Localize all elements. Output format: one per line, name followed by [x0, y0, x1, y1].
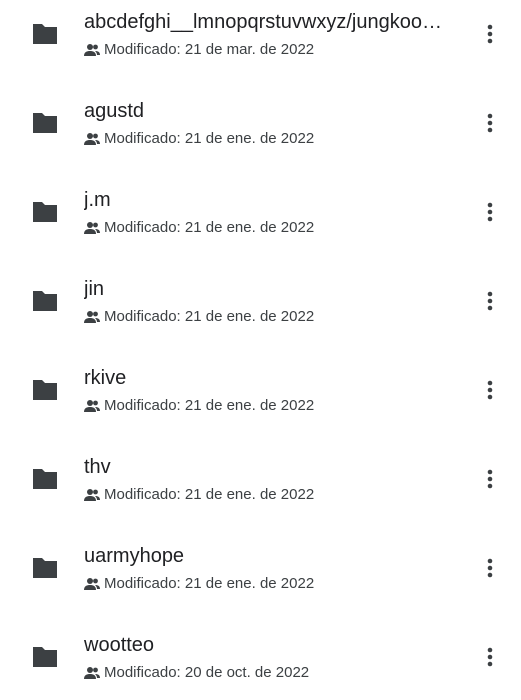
modified-date: Modificado: 21 de ene. de 2022 — [104, 308, 315, 325]
more-vert-icon — [487, 291, 493, 311]
people-icon — [84, 577, 100, 591]
file-meta: Modificado: 21 de ene. de 2022 — [84, 395, 314, 417]
modified-date: Modificado: 21 de ene. de 2022 — [104, 575, 315, 592]
file-name: wootteo — [84, 634, 155, 656]
file-name: thv — [84, 456, 111, 478]
file-meta: Modificado: 21 de ene. de 2022 — [84, 573, 314, 595]
more-vert-icon — [487, 469, 493, 489]
file-name: abcdefghi__lmnopqrstuvwxyz/jungkoo… — [84, 11, 442, 33]
people-icon — [84, 132, 100, 146]
people-icon — [84, 399, 100, 413]
more-options-button[interactable] — [475, 101, 505, 145]
people-icon — [84, 310, 100, 324]
file-name: j.m — [84, 189, 111, 211]
more-options-button[interactable] — [475, 190, 505, 234]
list-item[interactable]: j.m Modificado: 21 de ene. de 2022 — [0, 178, 521, 267]
folder-icon — [31, 467, 59, 491]
modified-date: Modificado: 21 de ene. de 2022 — [104, 130, 315, 147]
list-item[interactable]: uarmyhope Modificado: 21 de ene. de 2022 — [0, 534, 521, 623]
modified-date: Modificado: 21 de ene. de 2022 — [104, 219, 315, 236]
file-meta: Modificado: 21 de ene. de 2022 — [84, 306, 314, 328]
folder-icon — [31, 556, 59, 580]
list-item[interactable]: wootteo Modificado: 20 de oct. de 2022 — [0, 623, 521, 700]
list-item[interactable]: thv Modificado: 21 de ene. de 2022 — [0, 445, 521, 534]
file-meta: Modificado: 21 de mar. de 2022 — [84, 39, 314, 61]
list-item[interactable]: abcdefghi__lmnopqrstuvwxyz/jungkoo… Modi… — [0, 0, 521, 89]
more-vert-icon — [487, 380, 493, 400]
folder-icon — [31, 111, 59, 135]
more-vert-icon — [487, 202, 493, 222]
file-name: rkive — [84, 367, 127, 389]
file-meta: Modificado: 21 de ene. de 2022 — [84, 217, 314, 239]
people-icon — [84, 488, 100, 502]
folder-icon — [31, 289, 59, 313]
list-item[interactable]: rkive Modificado: 21 de ene. de 2022 — [0, 356, 521, 445]
file-meta: Modificado: 21 de ene. de 2022 — [84, 484, 314, 506]
more-options-button[interactable] — [475, 635, 505, 679]
people-icon — [84, 221, 100, 235]
file-name: agustd — [84, 100, 145, 122]
modified-date: Modificado: 21 de mar. de 2022 — [104, 41, 315, 58]
people-icon — [84, 666, 100, 680]
more-vert-icon — [487, 113, 493, 133]
modified-date: Modificado: 21 de ene. de 2022 — [104, 486, 315, 503]
modified-date: Modificado: 20 de oct. de 2022 — [104, 664, 310, 681]
more-options-button[interactable] — [475, 368, 505, 412]
people-icon — [84, 43, 100, 57]
more-options-button[interactable] — [475, 546, 505, 590]
file-meta: Modificado: 21 de ene. de 2022 — [84, 128, 314, 150]
more-vert-icon — [487, 24, 493, 44]
list-item[interactable]: jin Modificado: 21 de ene. de 2022 — [0, 267, 521, 356]
modified-date: Modificado: 21 de ene. de 2022 — [104, 397, 315, 414]
file-name: uarmyhope — [84, 545, 185, 567]
file-list: abcdefghi__lmnopqrstuvwxyz/jungkoo… Modi… — [0, 0, 521, 700]
folder-icon — [31, 22, 59, 46]
more-options-button[interactable] — [475, 279, 505, 323]
more-vert-icon — [487, 647, 493, 667]
file-meta: Modificado: 20 de oct. de 2022 — [84, 662, 309, 684]
folder-icon — [31, 200, 59, 224]
more-vert-icon — [487, 558, 493, 578]
more-options-button[interactable] — [475, 457, 505, 501]
folder-icon — [31, 645, 59, 669]
list-item[interactable]: agustd Modificado: 21 de ene. de 2022 — [0, 89, 521, 178]
folder-icon — [31, 378, 59, 402]
file-name: jin — [84, 278, 105, 300]
more-options-button[interactable] — [475, 12, 505, 56]
